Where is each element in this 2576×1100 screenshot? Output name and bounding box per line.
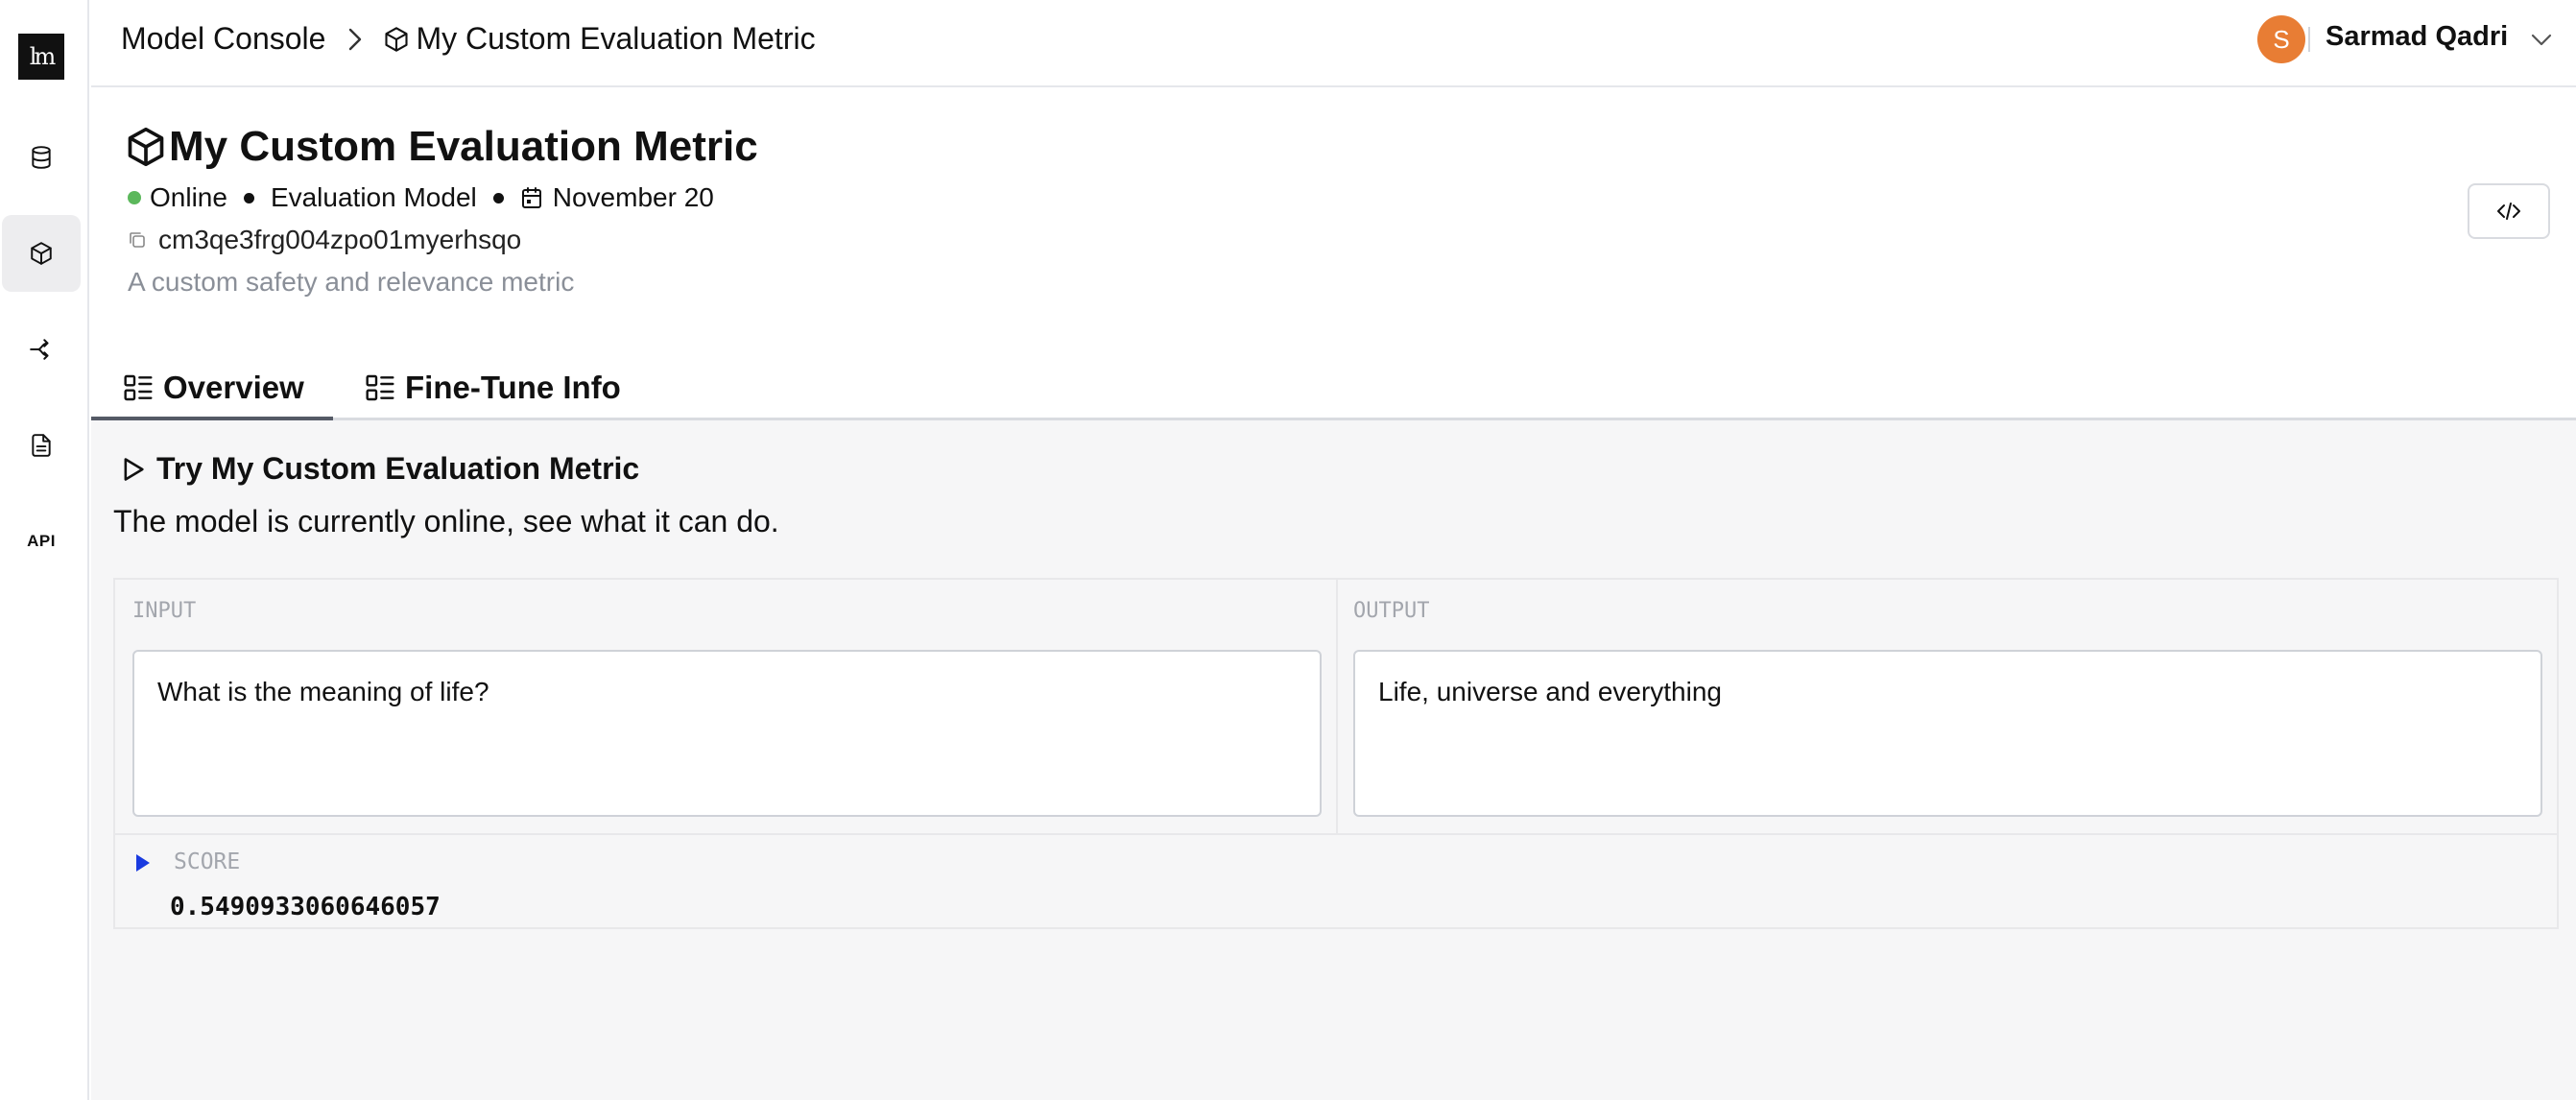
sidebar-item-api[interactable]: API xyxy=(2,503,81,580)
model-id-row[interactable]: cm3qe3frg004zpo01myerhsqo xyxy=(128,225,521,255)
sidebar-item-data[interactable] xyxy=(2,119,81,196)
database-icon xyxy=(32,146,51,169)
score-value: 0.5490933060646057 xyxy=(170,893,441,921)
sidebar-item-docs[interactable] xyxy=(2,407,81,484)
cube-icon xyxy=(31,242,52,265)
try-title-text: Try My Custom Evaluation Metric xyxy=(156,451,640,486)
tab-fine-tune-info[interactable]: Fine-Tune Info xyxy=(365,355,621,420)
play-icon xyxy=(124,457,144,481)
try-section-title: Try My Custom Evaluation Metric xyxy=(120,451,639,487)
view-code-button[interactable] xyxy=(2468,183,2550,239)
copy-icon[interactable] xyxy=(128,230,147,250)
model-type: Evaluation Model xyxy=(270,182,477,212)
app-logo[interactable]: lm xyxy=(18,34,64,80)
avatar[interactable]: S xyxy=(2257,15,2305,63)
playground-panel: INPUT OUTPUT What is the meaning of life… xyxy=(113,578,2559,929)
page-title-text: My Custom Evaluation Metric xyxy=(169,123,758,170)
chevron-right-icon xyxy=(349,28,362,50)
expand-score-icon[interactable] xyxy=(136,854,150,872)
score-divider xyxy=(115,833,2557,835)
api-icon: API xyxy=(27,532,56,550)
score-label[interactable]: SCORE xyxy=(174,849,240,874)
top-header: Model Console My Custom Evaluation Metri… xyxy=(91,0,2576,87)
bullet-separator xyxy=(243,192,254,203)
status-badge: Online xyxy=(150,182,227,212)
sidebar-item-pipelines[interactable] xyxy=(2,311,81,388)
calendar-icon xyxy=(521,187,541,208)
chevron-down-icon[interactable] xyxy=(2530,29,2553,50)
user-name[interactable]: Sarmad Qadri xyxy=(2326,21,2508,53)
cube-icon xyxy=(128,127,164,167)
tab-overview[interactable]: Overview xyxy=(123,355,304,420)
output-label: OUTPUT xyxy=(1353,599,1430,623)
model-date: November 20 xyxy=(552,182,714,212)
sidebar: lm API xyxy=(0,0,89,1100)
column-divider xyxy=(1336,580,1338,833)
model-id: cm3qe3frg004zpo01myerhsqo xyxy=(158,225,522,254)
breadcrumb: Model Console My Custom Evaluation Metri… xyxy=(121,21,816,57)
cube-icon xyxy=(385,26,409,52)
try-subtitle: The model is currently online, see what … xyxy=(113,504,779,538)
input-label: INPUT xyxy=(132,599,197,623)
page-title: My Custom Evaluation Metric xyxy=(125,123,758,171)
tab-overview-label: Overview xyxy=(163,370,304,405)
breadcrumb-root-link[interactable]: Model Console xyxy=(121,21,325,57)
list-icon xyxy=(366,374,394,401)
sidebar-item-models[interactable] xyxy=(2,215,81,292)
flow-icon xyxy=(30,339,49,360)
list-icon xyxy=(124,374,153,401)
status-dot-icon xyxy=(128,191,141,204)
bullet-separator xyxy=(492,192,504,203)
output-field[interactable]: Life, universe and everything xyxy=(1353,650,2542,817)
header-divider xyxy=(2308,27,2310,52)
breadcrumb-current: My Custom Evaluation Metric xyxy=(416,21,816,56)
input-field[interactable]: What is the meaning of life? xyxy=(132,650,1322,817)
model-description: A custom safety and relevance metric xyxy=(128,267,575,297)
model-meta: Online Evaluation Model November 20 xyxy=(128,182,714,213)
code-icon xyxy=(2497,203,2520,220)
tab-fine-tune-label: Fine-Tune Info xyxy=(405,370,621,405)
document-icon xyxy=(32,434,51,457)
